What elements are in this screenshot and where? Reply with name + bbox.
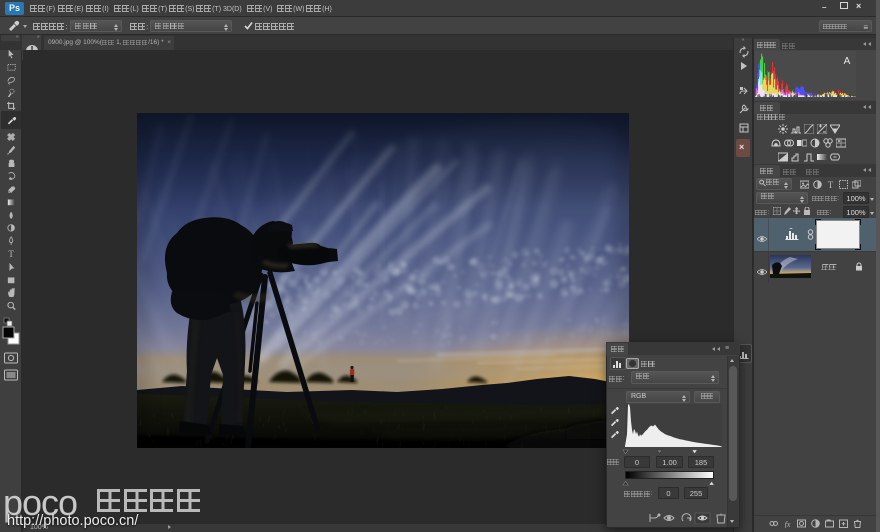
svg-text:T: T <box>8 249 14 259</box>
svg-text:T: T <box>828 180 834 189</box>
svg-text:A: A <box>844 56 851 67</box>
svg-text:fx: fx <box>785 520 791 528</box>
